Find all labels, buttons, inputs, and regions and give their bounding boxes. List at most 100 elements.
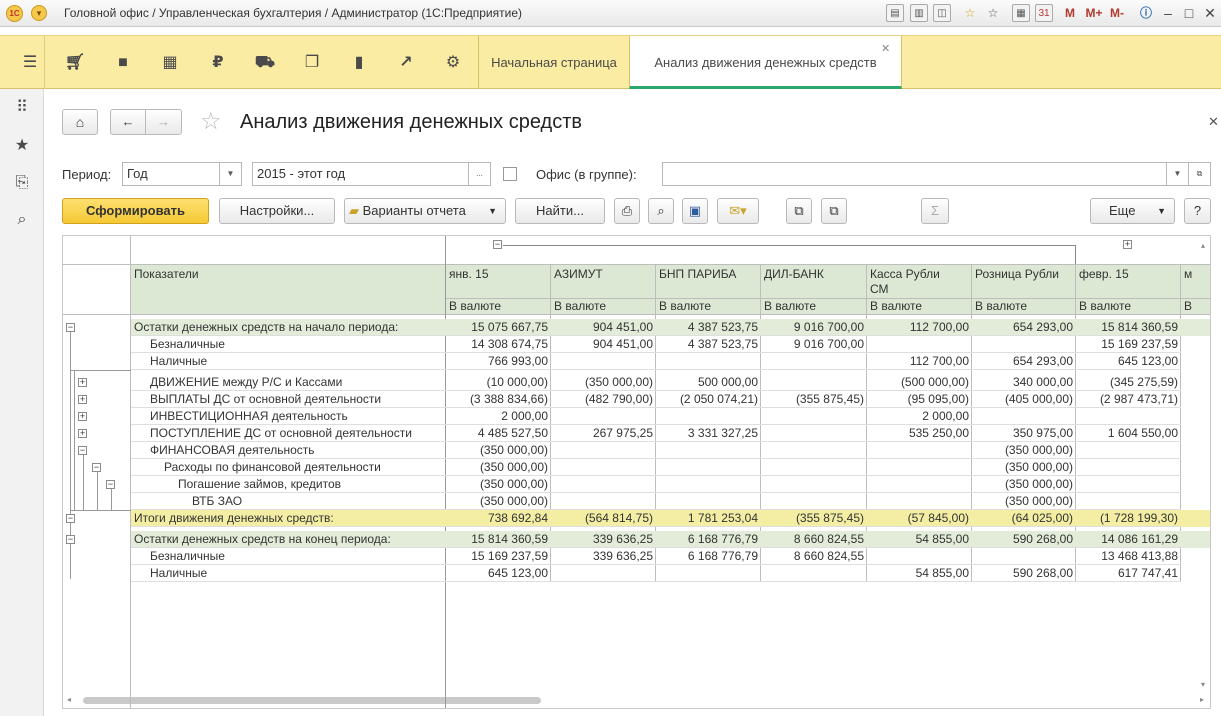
collapse-row-icon[interactable]: −: [66, 514, 75, 523]
memory-button[interactable]: M: [1063, 4, 1077, 22]
table-cell[interactable]: [1076, 459, 1181, 476]
table-cell[interactable]: [761, 374, 867, 391]
period-type-dropdown[interactable]: ▼: [220, 162, 242, 186]
table-cell[interactable]: [656, 459, 761, 476]
table-cell[interactable]: [972, 336, 1076, 353]
calculator-icon[interactable]: ▦: [1012, 4, 1030, 22]
favorites-star-icon[interactable]: ★: [11, 135, 33, 157]
table-cell[interactable]: 617 747,41: [1076, 565, 1181, 582]
paste-report-icon[interactable]: ⧉: [821, 198, 847, 224]
table-cell[interactable]: [1076, 442, 1181, 459]
table-cell[interactable]: 645 123,00: [446, 565, 551, 582]
table-cell[interactable]: [972, 548, 1076, 565]
table-cell[interactable]: 112 700,00: [867, 353, 972, 370]
table-cell[interactable]: 6 168 776,79: [656, 548, 761, 565]
table-cell[interactable]: (95 095,00): [867, 391, 972, 408]
table-cell[interactable]: 4 387 523,75: [656, 319, 761, 336]
scroll-down-icon[interactable]: ▾: [1201, 680, 1205, 689]
table-cell[interactable]: [1076, 493, 1181, 510]
table-cell[interactable]: [867, 493, 972, 510]
scroll-right-icon[interactable]: ▸: [1200, 695, 1204, 704]
documents-icon[interactable]: ❐: [301, 52, 323, 74]
info-icon[interactable]: ⓘ: [1137, 4, 1155, 22]
table-cell[interactable]: (350 000,00): [446, 459, 551, 476]
close-window-icon[interactable]: ✕: [1199, 3, 1221, 23]
table-cell[interactable]: 14 086 161,29: [1076, 531, 1181, 548]
table-cell[interactable]: [656, 408, 761, 425]
table-cell[interactable]: 4 485 527,50: [446, 425, 551, 442]
table-cell[interactable]: (482 790,00): [551, 391, 656, 408]
collapse-row-icon[interactable]: −: [92, 463, 101, 472]
app-logo-icon[interactable]: 1С: [6, 5, 23, 22]
collapse-row-icon[interactable]: −: [66, 535, 75, 544]
period-select-button[interactable]: ...: [469, 162, 491, 186]
table-cell[interactable]: [761, 493, 867, 510]
table-cell[interactable]: [1076, 476, 1181, 493]
table-cell[interactable]: [656, 476, 761, 493]
expand-columns-icon[interactable]: +: [1123, 240, 1132, 249]
report-spreadsheet[interactable]: ◂ ▸ ▴ ▾ − + Показатели янв. 15 В валюте АЗИМУ…: [62, 235, 1211, 709]
table-cell[interactable]: 766 993,00: [446, 353, 551, 370]
table-cell[interactable]: (564 814,75): [551, 510, 656, 527]
collapse-columns-icon[interactable]: −: [493, 240, 502, 249]
table-cell[interactable]: 590 268,00: [972, 565, 1076, 582]
close-form-icon[interactable]: ✕: [1208, 114, 1219, 130]
table-cell[interactable]: [551, 442, 656, 459]
favorite-add-icon[interactable]: ☆: [961, 4, 979, 22]
ruble-icon[interactable]: ₽: [207, 52, 229, 74]
table-cell[interactable]: [761, 425, 867, 442]
table-cell[interactable]: [656, 353, 761, 370]
table-cell[interactable]: (3 388 834,66): [446, 391, 551, 408]
table-cell[interactable]: (345 275,59): [1076, 374, 1181, 391]
table-cell[interactable]: (10 000,00): [446, 374, 551, 391]
table-cell[interactable]: 15 814 360,59: [446, 531, 551, 548]
horizontal-scrollbar[interactable]: [83, 697, 541, 704]
table-cell[interactable]: 14 308 674,75: [446, 336, 551, 353]
back-button[interactable]: ←: [110, 109, 146, 135]
print-preview-icon[interactable]: ⌕: [648, 198, 674, 224]
table-cell[interactable]: (355 875,45): [761, 510, 867, 527]
table-cell[interactable]: (350 000,00): [972, 442, 1076, 459]
table-cell[interactable]: 112 700,00: [867, 319, 972, 336]
cart-icon[interactable]: 🛒︎: [64, 52, 86, 74]
generate-button[interactable]: Сформировать: [62, 198, 209, 224]
table-cell[interactable]: [551, 476, 656, 493]
preview-icon[interactable]: ◫: [933, 4, 951, 22]
table-cell[interactable]: [656, 493, 761, 510]
forward-button[interactable]: →: [145, 109, 182, 135]
table-cell[interactable]: [867, 548, 972, 565]
calendar-icon[interactable]: 31: [1035, 4, 1053, 22]
table-cell[interactable]: 15 075 667,75: [446, 319, 551, 336]
table-cell[interactable]: 6 168 776,79: [656, 531, 761, 548]
table-cell[interactable]: (500 000,00): [867, 374, 972, 391]
table-cell[interactable]: (1 728 199,30): [1076, 510, 1181, 527]
table-cell[interactable]: 9 016 700,00: [761, 336, 867, 353]
table-cell[interactable]: 1 781 253,04: [656, 510, 761, 527]
table-cell[interactable]: (350 000,00): [551, 374, 656, 391]
main-menu-icon[interactable]: ▾: [31, 5, 47, 21]
table-cell[interactable]: (355 875,45): [761, 391, 867, 408]
table-cell[interactable]: [867, 442, 972, 459]
table-cell[interactable]: (350 000,00): [446, 476, 551, 493]
table-cell[interactable]: 904 451,00: [551, 319, 656, 336]
collapse-row-icon[interactable]: −: [78, 446, 87, 455]
table-cell[interactable]: 339 636,25: [551, 548, 656, 565]
memory-plus-button[interactable]: M+: [1084, 4, 1104, 22]
table-cell[interactable]: 340 000,00: [972, 374, 1076, 391]
favorite-star-icon[interactable]: ☆: [200, 109, 222, 135]
table-cell[interactable]: 15 814 360,59: [1076, 319, 1181, 336]
table-cell[interactable]: [761, 408, 867, 425]
table-cell[interactable]: [761, 565, 867, 582]
table-cell[interactable]: 1 604 550,00: [1076, 425, 1181, 442]
send-email-icon[interactable]: ✉▾: [717, 198, 759, 224]
table-cell[interactable]: (350 000,00): [972, 493, 1076, 510]
settings-button[interactable]: Настройки...: [219, 198, 335, 224]
table-cell[interactable]: 654 293,00: [972, 353, 1076, 370]
table-cell[interactable]: 13 468 413,88: [1076, 548, 1181, 565]
truck-icon[interactable]: ⛟: [254, 52, 276, 74]
find-button[interactable]: Найти...: [515, 198, 605, 224]
table-cell[interactable]: 15 169 237,59: [446, 548, 551, 565]
expand-row-icon[interactable]: +: [78, 395, 87, 404]
table-cell[interactable]: 500 000,00: [656, 374, 761, 391]
bar-chart-icon[interactable]: ▮: [348, 52, 370, 74]
